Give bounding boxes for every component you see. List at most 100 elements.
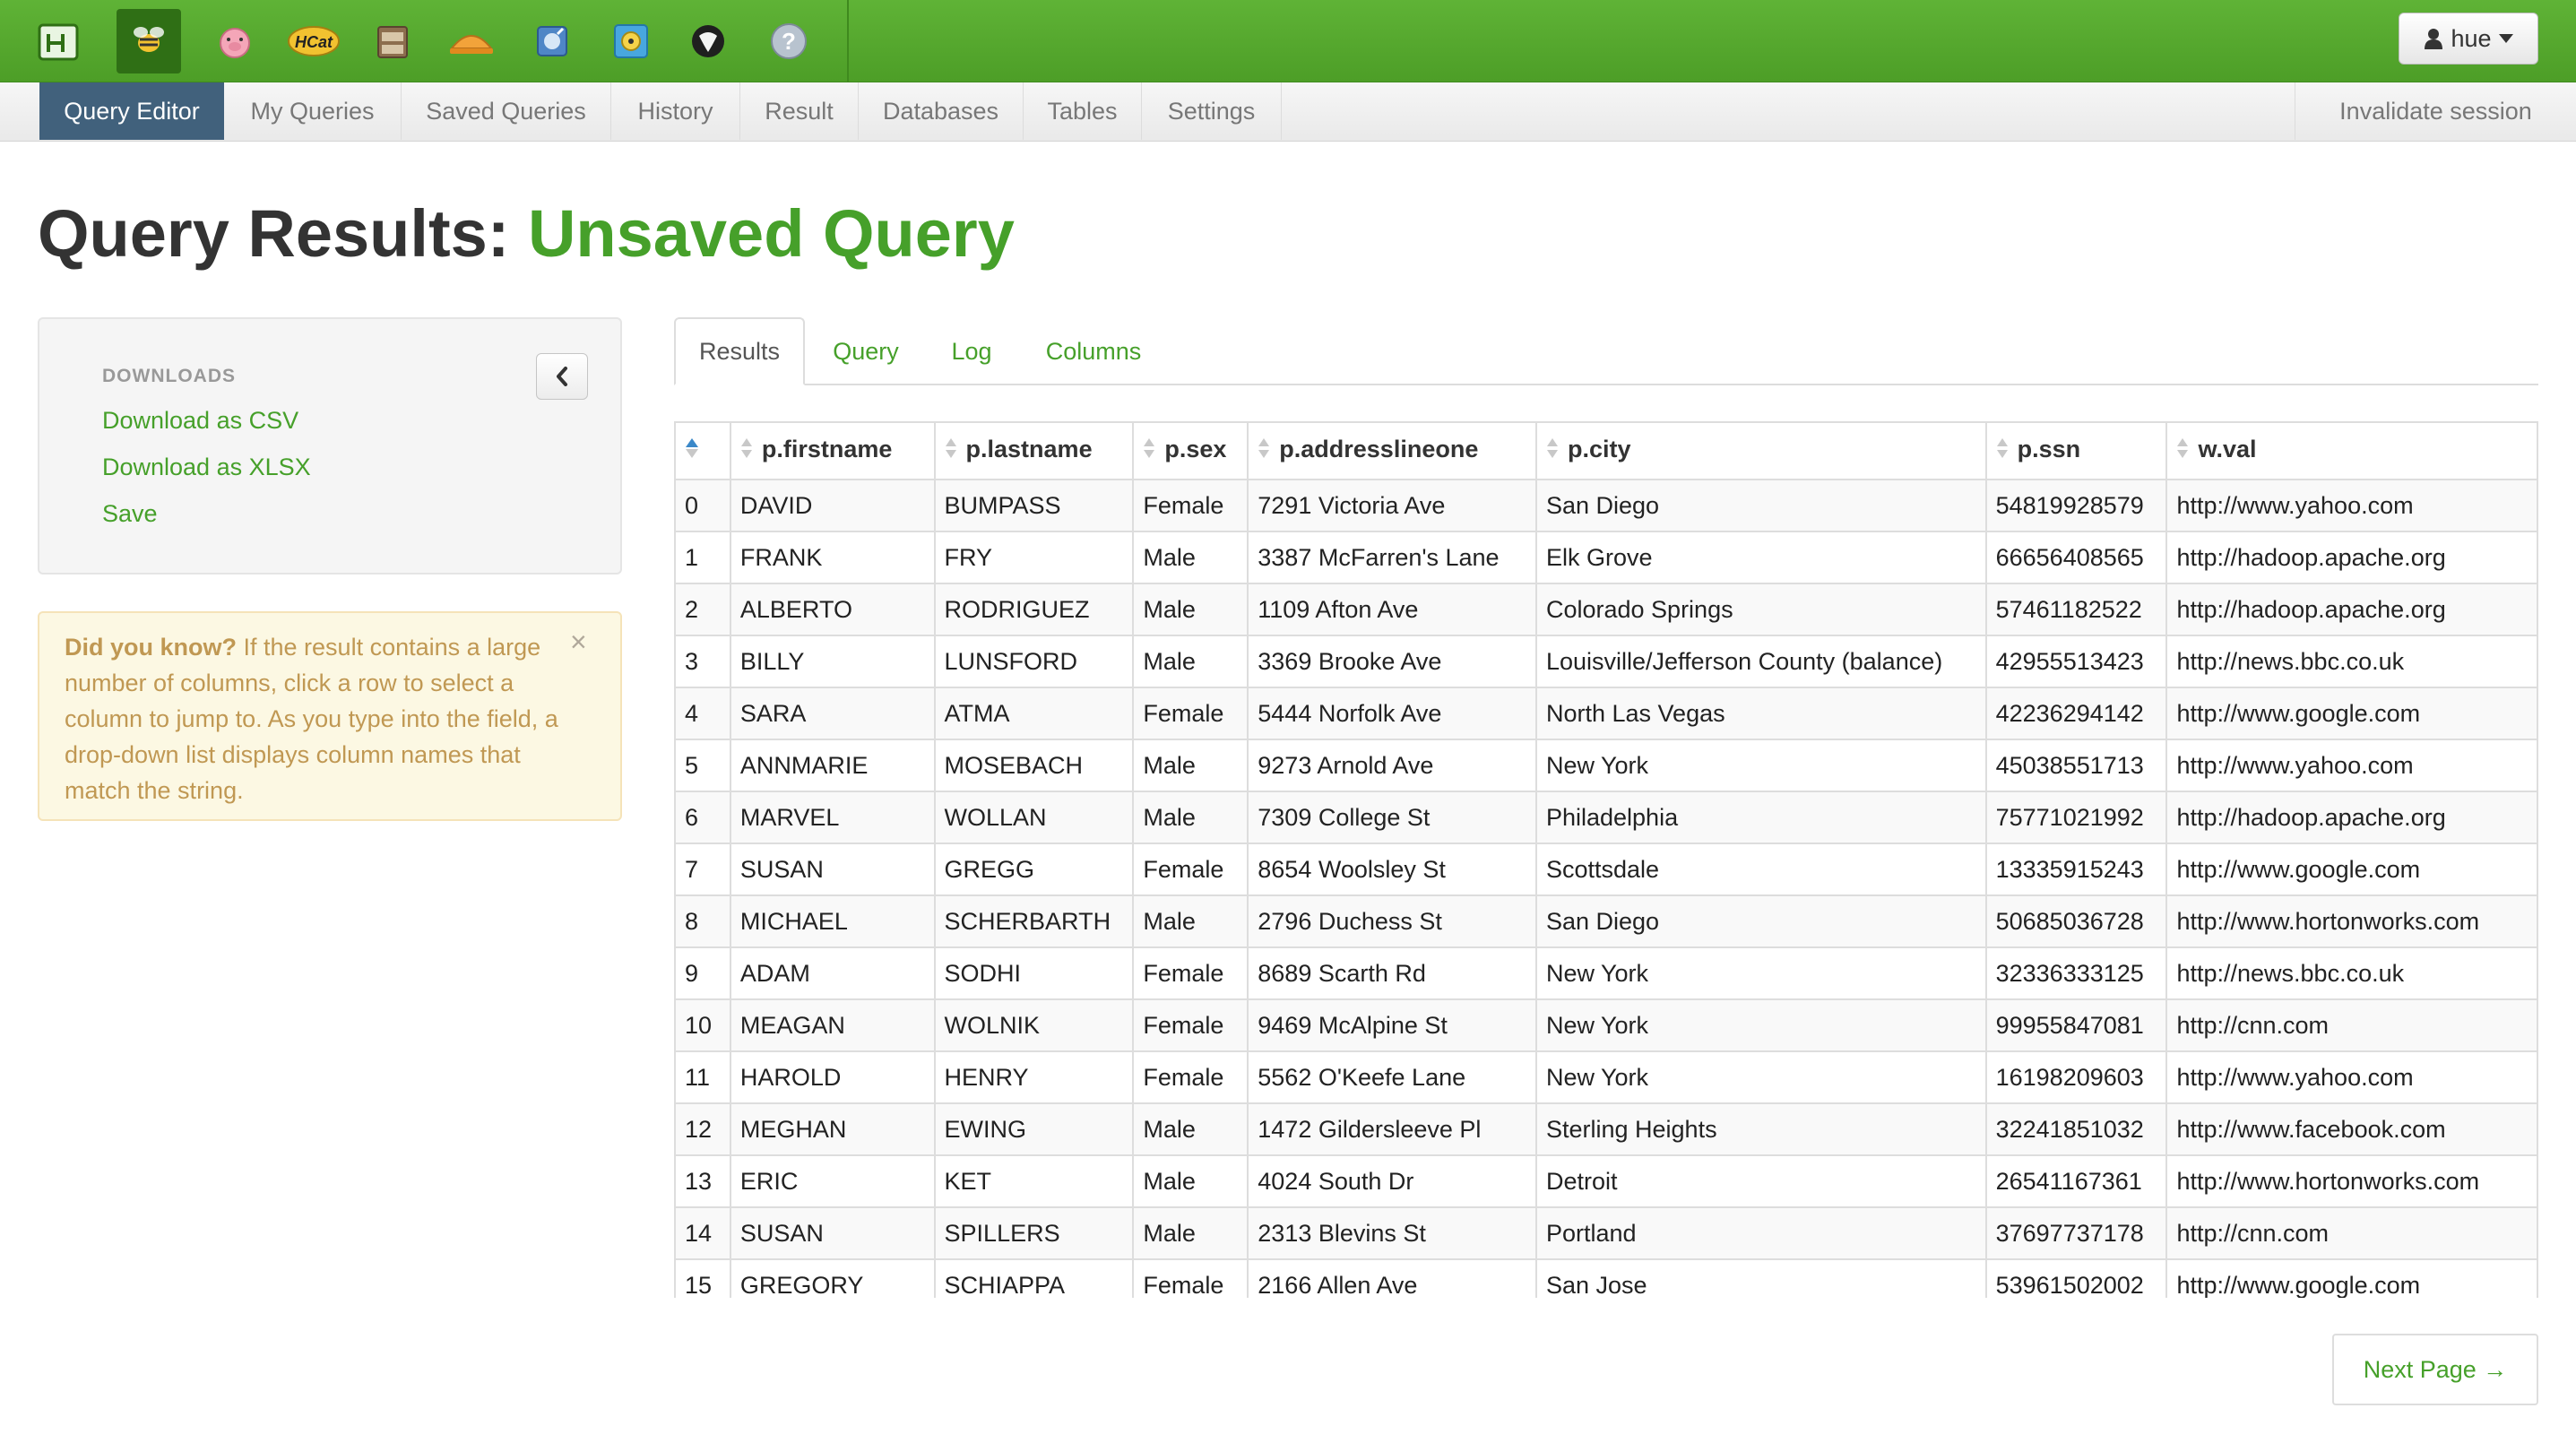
- column-header-label: p.sex: [1164, 436, 1227, 463]
- table-cell: 6: [674, 791, 731, 844]
- table-row[interactable]: 11 HAROLD HENRY Female 5562 O'Keefe Lane New …: [674, 1050, 2538, 1104]
- table-cell: 5: [674, 739, 731, 792]
- table-row[interactable]: 12 MEGHAN EWING Male 1472 Gildersleeve Pl Ste…: [674, 1102, 2538, 1156]
- job-browser-icon[interactable]: [599, 9, 663, 73]
- download-csv-link[interactable]: Download as CSV: [102, 407, 298, 435]
- file-browser-icon[interactable]: [360, 9, 425, 73]
- download-xlsx-link[interactable]: Download as XLSX: [102, 454, 311, 481]
- sort-icon: [1143, 436, 1155, 466]
- table-cell: Female: [1132, 479, 1249, 532]
- nav-databases[interactable]: Databases: [859, 82, 1024, 140]
- invalidate-session-link[interactable]: Invalidate session: [2295, 82, 2576, 140]
- tab-log[interactable]: Log: [927, 317, 1016, 385]
- table-cell: KET: [933, 1154, 1135, 1208]
- table-cell: San Diego: [1534, 479, 1987, 532]
- job-designer-icon[interactable]: [439, 9, 504, 73]
- user-menu-button[interactable]: hue: [2399, 13, 2538, 65]
- table-cell: Male: [1132, 583, 1249, 636]
- table-cell: 1472 Gildersleeve Pl: [1247, 1102, 1537, 1156]
- nav-tables[interactable]: Tables: [1024, 82, 1142, 140]
- table-cell: MICHAEL: [729, 894, 936, 948]
- hcat-icon[interactable]: HCat: [281, 9, 346, 73]
- table-row[interactable]: 15 GREGORY SCHIAPPA Female 2166 Allen Ave San…: [674, 1258, 2538, 1298]
- table-row[interactable]: 1 FRANK FRY Male 3387 McFarren's Lane Elk Gro…: [674, 531, 2538, 584]
- page-title: Query Results: Unsaved Query: [38, 195, 1015, 272]
- tab-results[interactable]: Results: [674, 317, 805, 385]
- table-row[interactable]: 9 ADAM SODHI Female 8689 Scarth Rd New York 32…: [674, 946, 2538, 1000]
- nav-settings[interactable]: Settings: [1142, 82, 1282, 140]
- nav-my-queries[interactable]: My Queries: [224, 82, 402, 140]
- column-header-w-val[interactable]: w.val: [2165, 421, 2538, 480]
- table-cell: Scottsdale: [1534, 842, 1987, 896]
- table-cell: http://www.facebook.com: [2165, 1102, 2538, 1156]
- column-header-label: p.firstname: [761, 436, 893, 463]
- table-cell: SODHI: [933, 946, 1135, 1000]
- sort-icon: [740, 436, 753, 466]
- table-cell: Female: [1132, 946, 1249, 1000]
- table-cell: ATMA: [933, 687, 1135, 740]
- table-cell: 0: [674, 479, 731, 532]
- table-cell: FRY: [933, 531, 1135, 584]
- oozie-icon[interactable]: [520, 9, 584, 73]
- tab-columns[interactable]: Columns: [1029, 317, 1158, 385]
- column-header-p-firstname[interactable]: p.firstname: [729, 421, 936, 480]
- hue-logo-icon[interactable]: [27, 9, 91, 73]
- pig-icon[interactable]: [203, 9, 267, 73]
- table-cell: 12: [674, 1102, 731, 1156]
- shell-icon[interactable]: [676, 9, 740, 73]
- table-cell: http://cnn.com: [2165, 998, 2538, 1052]
- table-cell: Female: [1132, 687, 1249, 740]
- table-row[interactable]: 4 SARA ATMA Female 5444 Norfolk Ave North Las…: [674, 687, 2538, 740]
- table-cell: New York: [1534, 739, 1987, 792]
- table-row[interactable]: 7 SUSAN GREGG Female 8654 Woolsley St Scottsd…: [674, 842, 2538, 896]
- table-row[interactable]: 3 BILLY LUNSFORD Male 3369 Brooke Ave Louisvi…: [674, 635, 2538, 688]
- table-row[interactable]: 14 SUSAN SPILLERS Male 2313 Blevins St Portla…: [674, 1206, 2538, 1260]
- table-cell: 45038551713: [1984, 739, 2168, 792]
- table-row[interactable]: 8 MICHAEL SCHERBARTH Male 2796 Duchess St San…: [674, 894, 2538, 948]
- next-page-button[interactable]: Next Page →: [2332, 1334, 2538, 1405]
- table-row[interactable]: 5 ANNMARIE MOSEBACH Male 9273 Arnold Ave New …: [674, 739, 2538, 792]
- column-header-p-lastname[interactable]: p.lastname: [933, 421, 1135, 480]
- column-header-p-addresslineone[interactable]: p.addresslineone: [1247, 421, 1537, 480]
- column-header-index[interactable]: [674, 421, 731, 480]
- nav-history[interactable]: History: [611, 82, 740, 140]
- table-cell: Male: [1132, 1102, 1249, 1156]
- table-cell: WOLLAN: [933, 791, 1135, 844]
- table-row[interactable]: 13 ERIC KET Male 4024 South Dr Detroit 2654116…: [674, 1154, 2538, 1208]
- table-cell: GREGG: [933, 842, 1135, 896]
- table-cell: 3387 McFarren's Lane: [1247, 531, 1537, 584]
- results-table-container[interactable]: p.firstname p.lastname p.sex p.addresslineo…: [674, 421, 2538, 1298]
- table-row[interactable]: 6 MARVEL WOLLAN Male 7309 College St Philadel…: [674, 791, 2538, 844]
- table-cell: http://www.google.com: [2165, 687, 2538, 740]
- column-header-p-sex[interactable]: p.sex: [1132, 421, 1249, 480]
- table-row[interactable]: 2 ALBERTO RODRIGUEZ Male 1109 Afton Ave Color…: [674, 583, 2538, 636]
- column-header-p-city[interactable]: p.city: [1534, 421, 1987, 480]
- table-cell: 4: [674, 687, 731, 740]
- table-cell: 2796 Duchess St: [1247, 894, 1537, 948]
- table-cell: Colorado Springs: [1534, 583, 1987, 636]
- table-cell: SCHIAPPA: [933, 1258, 1135, 1298]
- help-icon[interactable]: ?: [756, 9, 821, 73]
- table-cell: 4024 South Dr: [1247, 1154, 1537, 1208]
- nav-query-editor[interactable]: Query Editor: [39, 82, 224, 140]
- tab-query[interactable]: Query: [817, 317, 914, 385]
- table-row[interactable]: 10 MEAGAN WOLNIK Female 9469 McAlpine St New …: [674, 998, 2538, 1052]
- table-cell: ADAM: [729, 946, 936, 1000]
- beeswax-icon[interactable]: [117, 9, 181, 73]
- nav-saved-queries[interactable]: Saved Queries: [402, 82, 611, 140]
- table-cell: 42236294142: [1984, 687, 2168, 740]
- table-cell: HAROLD: [729, 1050, 936, 1104]
- downloads-panel: DOWNLOADS Download as CSV Download as XL…: [38, 317, 622, 575]
- column-header-p-ssn[interactable]: p.ssn: [1984, 421, 2168, 480]
- table-cell: 3: [674, 635, 731, 688]
- column-header-label: p.ssn: [2017, 436, 2081, 463]
- collapse-sidebar-button[interactable]: [536, 353, 588, 400]
- table-cell: 32336333125: [1984, 946, 2168, 1000]
- close-icon[interactable]: ×: [570, 627, 587, 656]
- nav-result[interactable]: Result: [740, 82, 859, 140]
- table-cell: 5562 O'Keefe Lane: [1247, 1050, 1537, 1104]
- save-link[interactable]: Save: [102, 500, 158, 528]
- table-cell: http://hadoop.apache.org: [2165, 583, 2538, 636]
- table-row[interactable]: 0 DAVID BUMPASS Female 7291 Victoria Ave San …: [674, 479, 2538, 532]
- query-name: Unsaved Query: [527, 196, 1015, 271]
